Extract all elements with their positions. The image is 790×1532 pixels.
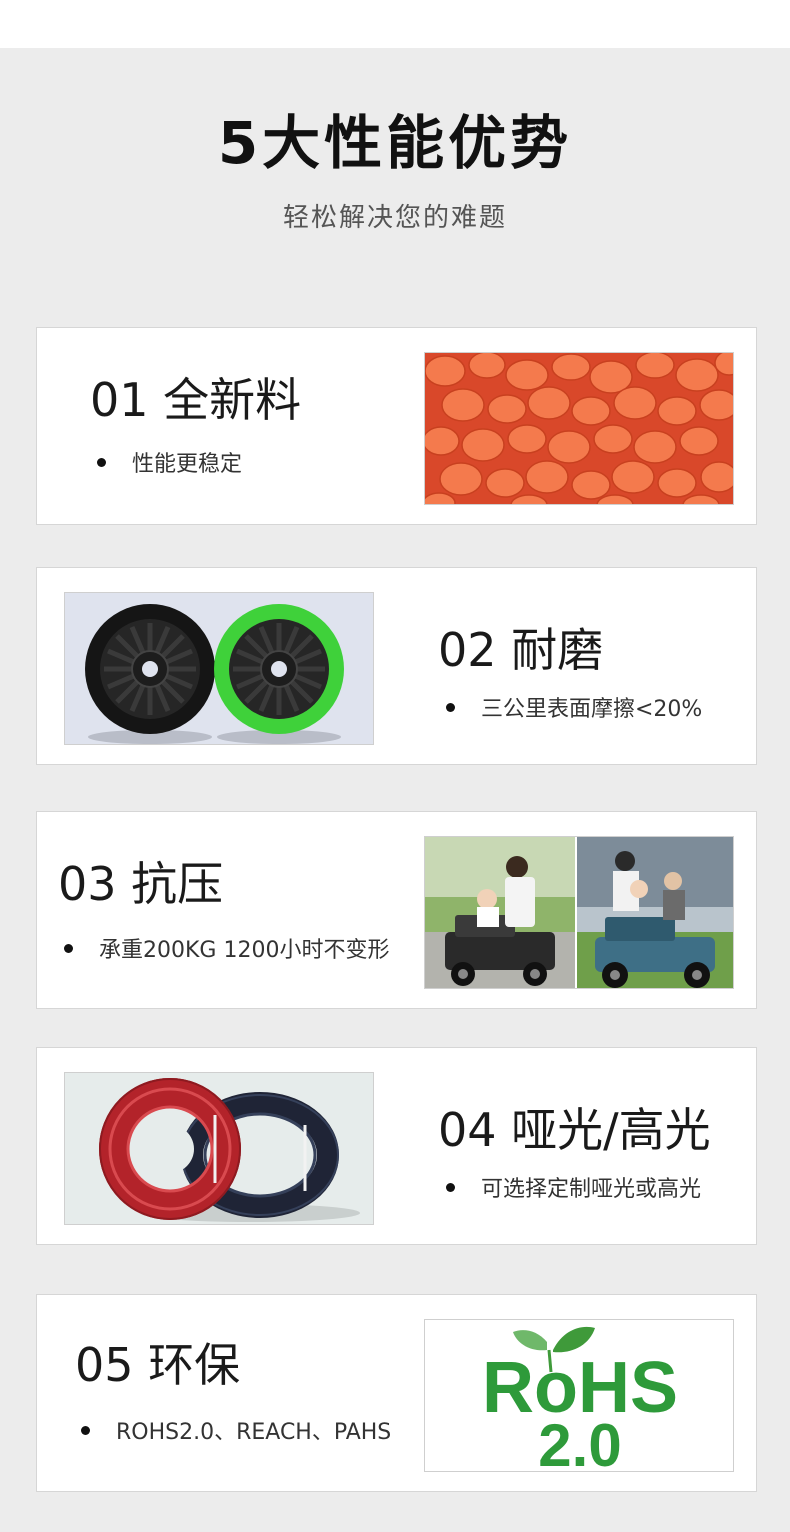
feature-bullet: 性能更稳定	[97, 446, 242, 478]
feature-heading: 03 抗压	[58, 857, 224, 911]
feature-card-3: 03 抗压 承重200KG 1200小时不变形	[36, 811, 757, 1009]
feature-card-4: 04 哑光/高光 可选择定制哑光或高光	[36, 1047, 757, 1245]
feature-heading: 04 哑光/高光	[438, 1103, 711, 1157]
pellets-image	[424, 352, 734, 505]
feature-bullet-text: 可选择定制哑光或高光	[481, 1177, 702, 1202]
bullet-dot	[81, 1425, 90, 1435]
page-subtitle: 轻松解决您的难题	[282, 203, 507, 233]
page-title: 5大性能优势	[217, 109, 573, 177]
ride-on-cars-image	[424, 836, 734, 989]
top-bar	[0, 0, 790, 48]
feature-bullet-text: 承重200KG 1200小时不变形	[99, 938, 390, 963]
feature-bullet: ROHS2.0、REACH、PAHS	[81, 1414, 391, 1446]
bullet-dot	[446, 1182, 455, 1192]
feature-card-2: 02 耐磨 三公里表面摩擦<20%	[36, 567, 757, 765]
feature-heading: 01 全新料	[90, 373, 302, 427]
feature-card-5: 05 环保 ROHS2.0、REACH、PAHS RoHS 2.0	[36, 1294, 757, 1492]
bullet-dot	[64, 943, 73, 953]
feature-heading: 02 耐磨	[438, 623, 604, 677]
wheels-image	[64, 592, 374, 745]
feature-bullet: 可选择定制哑光或高光	[446, 1171, 701, 1203]
feature-bullet: 承重200KG 1200小时不变形	[64, 932, 389, 964]
bullet-dot	[97, 457, 106, 467]
rohs-logo-line2: 2.0	[538, 1412, 621, 1472]
bullet-dot	[446, 702, 455, 712]
cable-coils-image	[64, 1072, 374, 1225]
feature-bullet-text: 性能更稳定	[132, 452, 243, 477]
feature-heading: 05 环保	[75, 1338, 241, 1392]
feature-bullet-text: ROHS2.0、REACH、PAHS	[116, 1420, 392, 1445]
feature-bullet-text: 三公里表面摩擦<20%	[481, 697, 703, 722]
rohs-logo-image: RoHS 2.0	[424, 1319, 734, 1472]
feature-card-1: 01 全新料 性能更稳定	[36, 327, 757, 525]
feature-bullet: 三公里表面摩擦<20%	[446, 691, 702, 723]
